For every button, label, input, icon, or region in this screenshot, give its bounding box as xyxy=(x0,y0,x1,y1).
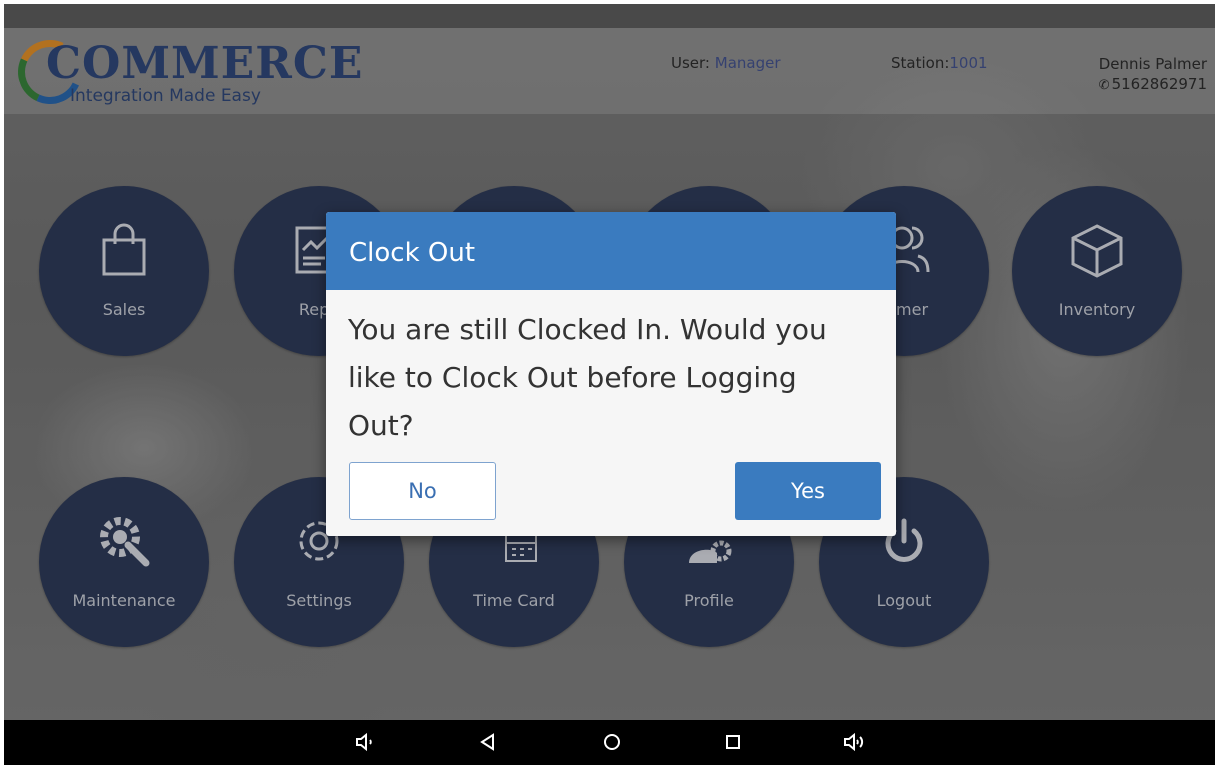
no-button[interactable]: No xyxy=(349,462,496,520)
recents-icon[interactable] xyxy=(721,730,751,756)
dialog-message: You are still Clocked In. Would you like… xyxy=(348,313,827,442)
dialog-title: Clock Out xyxy=(349,238,476,268)
volume-down-icon[interactable] xyxy=(354,730,384,756)
clock-out-dialog: Clock Out You are still Clocked In. Woul… xyxy=(326,212,896,536)
yes-button[interactable]: Yes xyxy=(735,462,881,520)
volume-up-icon[interactable] xyxy=(842,730,872,756)
back-icon[interactable] xyxy=(476,730,506,756)
dialog-header: Clock Out xyxy=(326,212,896,290)
app-frame: COMMERCE Integration Made Easy User: Man… xyxy=(4,4,1215,765)
home-icon[interactable] xyxy=(600,730,630,756)
android-nav-bar xyxy=(4,720,1215,765)
